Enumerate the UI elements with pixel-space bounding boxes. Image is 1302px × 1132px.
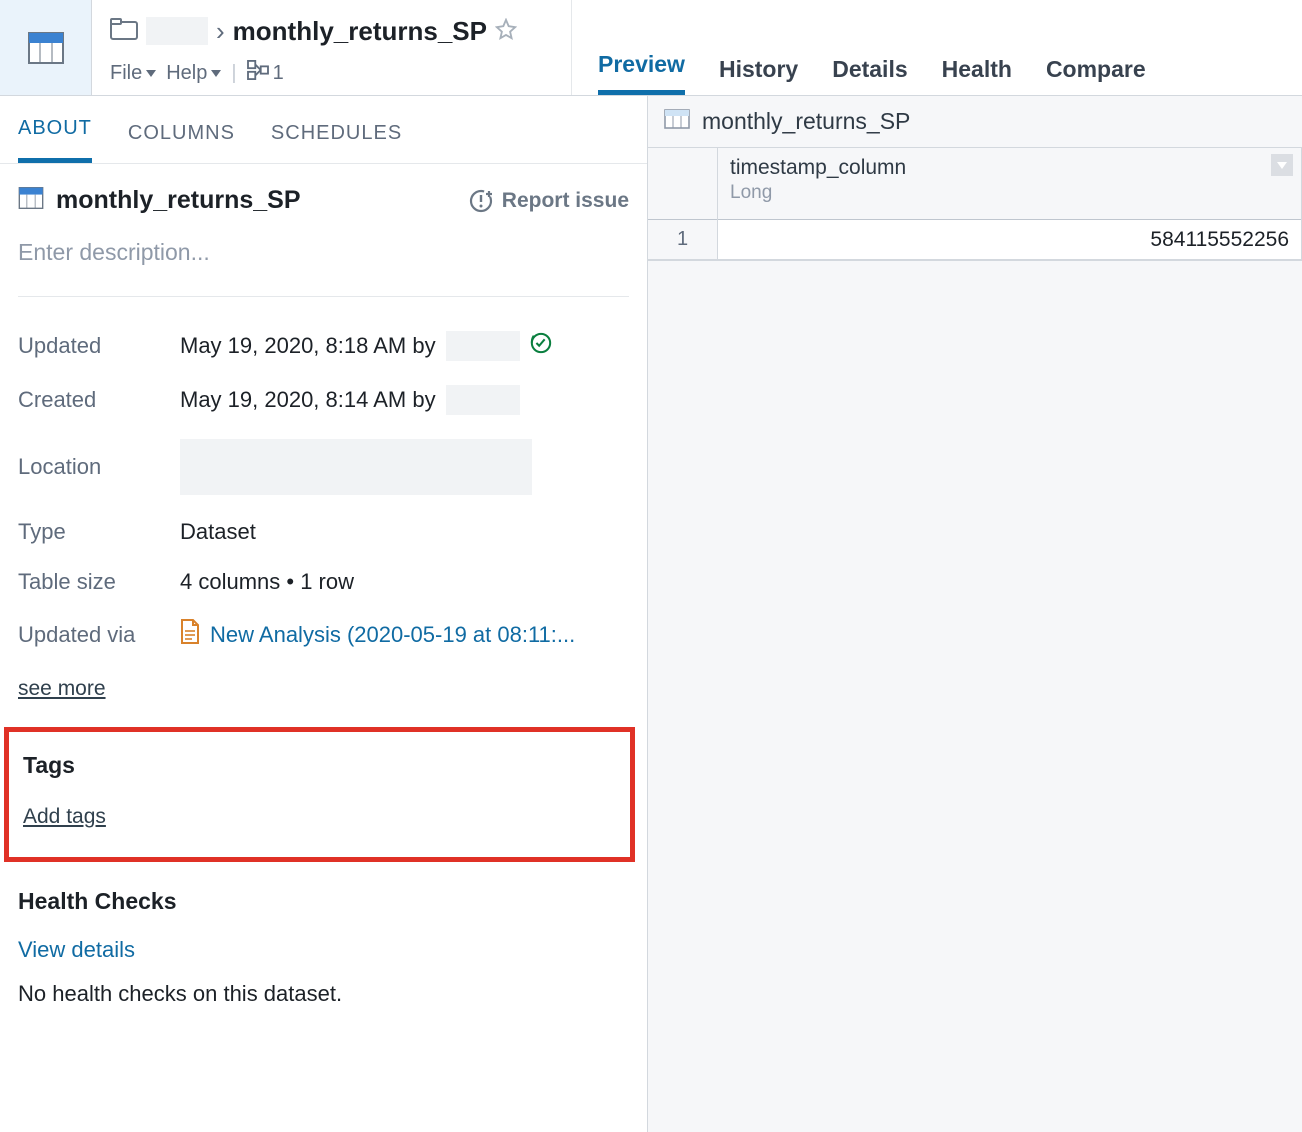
- menu-separator: |: [231, 62, 236, 85]
- left-tab-columns[interactable]: COLUMNS: [128, 122, 235, 163]
- meta-location-label: Location: [18, 454, 180, 480]
- caret-down-icon: [146, 70, 156, 77]
- breadcrumb-dataset-name: monthly_returns_SP: [233, 16, 487, 47]
- left-tab-schedules[interactable]: SCHEDULES: [271, 122, 402, 163]
- app-dataset-icon: [0, 0, 92, 95]
- dataset-icon: [18, 187, 44, 215]
- column-menu-button[interactable]: [1271, 154, 1293, 176]
- updated-via-link[interactable]: New Analysis (2020-05-19 at 08:11:...: [210, 622, 575, 648]
- caret-down-icon: [1277, 162, 1287, 169]
- help-menu-label: Help: [166, 62, 207, 85]
- meta-tablesize-label: Table size: [18, 569, 180, 595]
- meta-type-value: Dataset: [180, 519, 256, 545]
- divider: [18, 296, 629, 297]
- caret-down-icon: [211, 70, 221, 77]
- tab-preview[interactable]: Preview: [598, 51, 685, 95]
- created-by-redacted: [446, 385, 520, 415]
- meta-created-label: Created: [18, 387, 180, 413]
- column-header[interactable]: timestamp_column Long: [718, 148, 1301, 220]
- preview-dataset-icon: [664, 108, 690, 135]
- tags-heading: Tags: [23, 752, 616, 779]
- health-checks-empty: No health checks on this dataset.: [18, 981, 629, 1007]
- star-icon[interactable]: [495, 16, 517, 47]
- tab-health[interactable]: Health: [942, 56, 1012, 95]
- updated-by-redacted: [446, 331, 520, 361]
- table-cell[interactable]: 584115552256: [718, 220, 1301, 260]
- report-issue-button[interactable]: Report issue: [468, 188, 629, 214]
- tab-compare[interactable]: Compare: [1046, 56, 1146, 95]
- success-check-icon: [530, 332, 552, 360]
- left-tab-about[interactable]: ABOUT: [18, 117, 92, 163]
- see-more-link[interactable]: see more: [18, 677, 106, 701]
- meta-created-value: May 19, 2020, 8:14 AM by: [180, 387, 436, 413]
- branch-icon: [247, 60, 269, 86]
- folder-icon[interactable]: [110, 16, 138, 47]
- meta-updated-label: Updated: [18, 333, 180, 359]
- file-menu[interactable]: File: [110, 62, 156, 85]
- add-tags-link[interactable]: Add tags: [23, 805, 106, 828]
- dataset-title: monthly_returns_SP: [56, 186, 301, 215]
- meta-type-label: Type: [18, 519, 180, 545]
- tags-section-highlight: Tags Add tags: [4, 727, 635, 862]
- file-menu-label: File: [110, 62, 142, 85]
- view-details-link[interactable]: View details: [18, 937, 135, 963]
- description-input[interactable]: Enter description...: [18, 239, 629, 266]
- breadcrumb-chevron-icon: ›: [216, 16, 225, 47]
- breadcrumb-folder-redacted: [146, 17, 208, 45]
- report-issue-label: Report issue: [502, 189, 629, 213]
- tab-history[interactable]: History: [719, 56, 798, 95]
- rownum-header: [648, 148, 717, 220]
- branch-button[interactable]: 1: [247, 60, 284, 86]
- row-number: 1: [648, 220, 717, 260]
- meta-updated-value: May 19, 2020, 8:18 AM by: [180, 333, 436, 359]
- help-menu[interactable]: Help: [166, 62, 221, 85]
- report-issue-icon: [468, 188, 494, 214]
- column-type: Long: [730, 182, 1289, 204]
- health-checks-heading: Health Checks: [18, 888, 629, 915]
- document-icon: [180, 619, 200, 651]
- tab-details[interactable]: Details: [832, 56, 907, 95]
- meta-tablesize-value: 4 columns • 1 row: [180, 569, 354, 595]
- location-redacted: [180, 439, 532, 495]
- branch-count: 1: [273, 62, 284, 85]
- column-name: timestamp_column: [730, 156, 1289, 180]
- preview-title: monthly_returns_SP: [702, 108, 910, 135]
- meta-updatedvia-label: Updated via: [18, 622, 180, 648]
